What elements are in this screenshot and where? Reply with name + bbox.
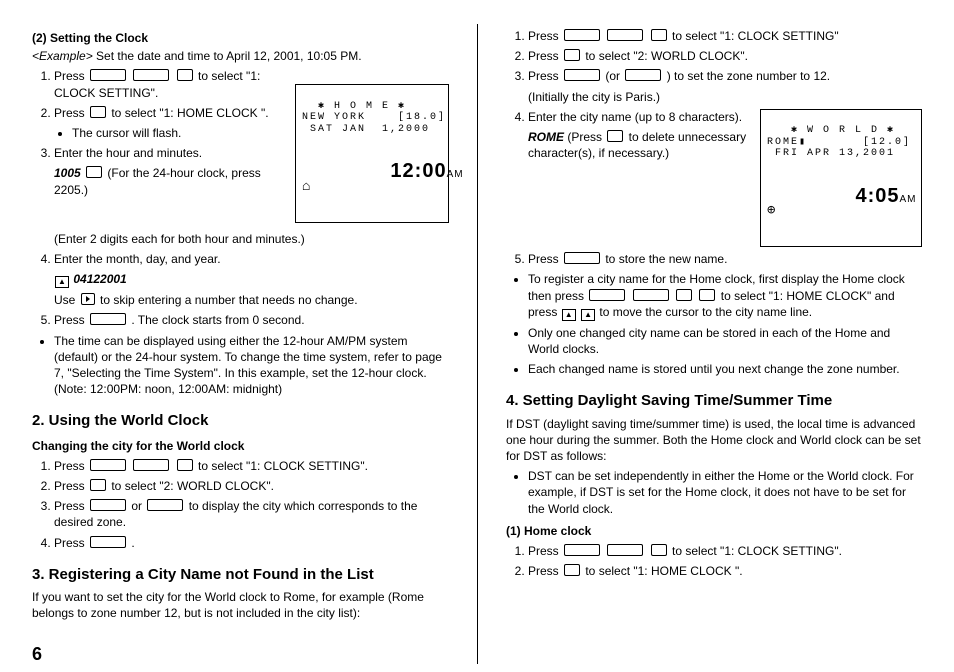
key-icon: [133, 459, 169, 471]
register-bullets: To register a city name for the Home clo…: [506, 271, 922, 377]
key-icon: [86, 166, 102, 178]
key-icon: [607, 544, 643, 556]
key-icon: [589, 289, 625, 301]
rome-label: ROME: [528, 130, 564, 144]
arrow-up-icon: ▲: [581, 309, 595, 321]
lcd-world-line1: ✱ W O R L D ✱: [767, 125, 895, 136]
heading-setting-clock: (2) Setting the Clock: [32, 30, 449, 46]
heading-home-clock: (1) Home clock: [506, 523, 922, 539]
arrow-up-icon: ▲: [562, 309, 576, 321]
setting-clock-bullets: The time can be displayed using either t…: [32, 333, 449, 398]
w-step-3: Press or to display the city which corre…: [54, 498, 449, 530]
key-icon: [564, 49, 580, 61]
key-icon: [564, 252, 600, 264]
key-icon: [564, 69, 600, 81]
hc-step-1: Press to select "1: CLOCK SETTING".: [528, 543, 922, 559]
example-prefix: <Example>: [32, 49, 93, 63]
r-step-3: Press (or ) to set the zone number to 12…: [528, 68, 922, 104]
key-icon: [607, 29, 643, 41]
dst-bullets: DST can be set independently in either t…: [506, 468, 922, 517]
dst-bullet: DST can be set independently in either t…: [528, 468, 922, 517]
step-5: Press . The clock starts from 0 second.: [54, 312, 449, 328]
key-icon: [651, 29, 667, 41]
r-step-5: Press to store the new name.: [528, 251, 922, 267]
example-text: Set the date and time to April 12, 2001,…: [93, 49, 362, 63]
heading-register: 3. Registering a City Name not Found in …: [32, 565, 449, 585]
w-step-2: Press to select "2: WORLD CLOCK".: [54, 478, 449, 494]
key-icon: [90, 313, 126, 325]
lcd-home: ✱ H O M E ✱ NEW YORK [18.0] SAT JAN 1,20…: [295, 84, 449, 223]
left-column: (2) Setting the Clock <Example> Set the …: [32, 24, 477, 664]
code-1005: 1005: [54, 166, 81, 180]
hc-step-2: Press to select "1: HOME CLOCK ".: [528, 563, 922, 579]
key-icon: [651, 544, 667, 556]
lcd-home-ampm: AM: [447, 169, 464, 180]
step-4: Enter the month, day, and year. ▲ 041220…: [54, 251, 449, 308]
dst-intro: If DST (daylight saving time/summer time…: [506, 416, 922, 465]
r-step-2: Press to select "2: WORLD CLOCK".: [528, 48, 922, 64]
page-number: 6: [32, 642, 42, 666]
right-column: Press to select "1: CLOCK SETTING" Press…: [477, 24, 922, 664]
bullet-one-name: Only one changed city name can be stored…: [528, 325, 922, 357]
lcd-world-line3: FRI APR 13,2001: [767, 148, 895, 159]
heading-world-clock: 2. Using the World Clock: [32, 411, 449, 431]
bullet-time-system: The time can be displayed using either t…: [54, 333, 449, 398]
key-icon: [676, 289, 692, 301]
bullet-each-name: Each changed name is stored until you ne…: [528, 361, 922, 377]
s3-after: (For the 24-hour clock, press 2205.): [54, 166, 261, 196]
key-icon: [564, 29, 600, 41]
key-icon: [133, 69, 169, 81]
lcd-home-line1: ✱ H O M E ✱: [302, 101, 406, 112]
lcd-home-time: 12:00: [390, 160, 446, 183]
key-arrow-icon: [81, 293, 95, 305]
key-icon: [147, 499, 183, 511]
r-step-1: Press to select "1: CLOCK SETTING": [528, 28, 922, 44]
lcd-home-line3: SAT JAN 1,2000: [302, 124, 430, 135]
lcd-world-line2: ROME▮ [12.0]: [767, 137, 911, 148]
example-line: <Example> Set the date and time to April…: [32, 48, 449, 64]
lcd-world: ✱ W O R L D ✱ ROME▮ [12.0] FRI APR 13,20…: [760, 109, 922, 248]
key-icon: [90, 536, 126, 548]
key-icon: [564, 564, 580, 576]
key-icon: [177, 69, 193, 81]
key-icon: [607, 130, 623, 142]
register-intro: If you want to set the city for the Worl…: [32, 589, 449, 621]
bullet-register-home: To register a city name for the Home clo…: [528, 271, 922, 320]
key-icon: [699, 289, 715, 301]
heading-dst: 4. Setting Daylight Saving Time/Summer T…: [506, 391, 922, 411]
r-step3-note: (Initially the city is Paris.): [528, 89, 922, 105]
lcd-world-time: 4:05: [855, 185, 899, 208]
key-icon: [177, 459, 193, 471]
home-icon: ⌂: [302, 179, 310, 195]
world-clock-steps: Press to select "1: CLOCK SETTING". Pres…: [32, 458, 449, 551]
home-clock-steps: Press to select "1: CLOCK SETTING". Pres…: [506, 543, 922, 579]
code-date: 04122001: [73, 272, 126, 286]
key-icon: [90, 479, 106, 491]
lcd-home-line2: NEW YORK [18.0]: [302, 112, 446, 123]
globe-icon: ⊕: [767, 203, 775, 219]
key-icon: [90, 106, 106, 118]
w-step-4: Press .: [54, 535, 449, 551]
key-icon: [564, 544, 600, 556]
key-icon: [625, 69, 661, 81]
key-icon: [90, 499, 126, 511]
heading-changing-city: Changing the city for the World clock: [32, 438, 449, 454]
lcd-world-ampm: AM: [899, 194, 916, 205]
register-steps-cont: Press to select "1: CLOCK SETTING" Press…: [506, 28, 922, 105]
s3-note: (Enter 2 digits each for both hour and m…: [54, 231, 449, 247]
w-step-1: Press to select "1: CLOCK SETTING".: [54, 458, 449, 474]
arrow-up-icon: ▲: [55, 276, 69, 288]
key-icon: [90, 459, 126, 471]
key-icon: [633, 289, 669, 301]
key-icon: [90, 69, 126, 81]
